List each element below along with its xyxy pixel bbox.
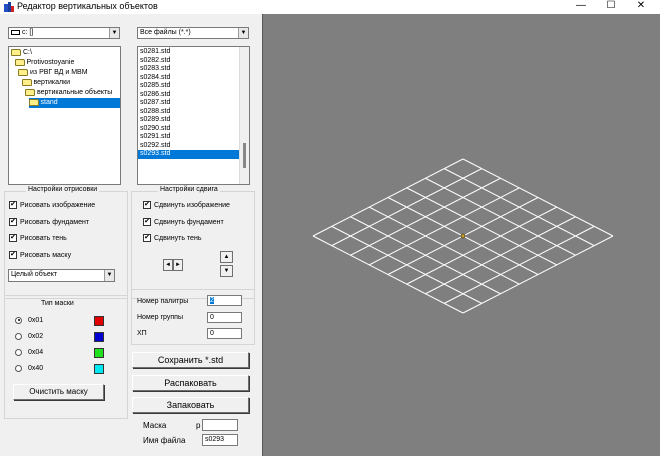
folder-item[interactable]: из РВГ ВД и МВМ — [18, 68, 88, 78]
checkbox[interactable]: ✔ — [143, 234, 151, 243]
folder-item[interactable]: вертикалки — [21, 78, 70, 88]
mask-radio[interactable]: 0x02 — [15, 332, 43, 342]
file-item[interactable]: s0291.std — [138, 133, 240, 142]
checkbox[interactable]: ✔ — [9, 217, 17, 226]
group-number-label: Номер группы — [137, 314, 183, 321]
checkbox[interactable]: ✔ — [143, 217, 151, 226]
hp-label: ХП — [137, 330, 147, 337]
palette-number-input[interactable]: 2 — [207, 295, 242, 306]
group-number-input[interactable]: 0 — [207, 312, 242, 323]
checkbox-row[interactable]: ✔ Рисовать тень — [9, 234, 67, 244]
save-std-button[interactable]: Сохранить *.std — [132, 352, 249, 368]
drive-icon — [11, 29, 20, 35]
folder-icon — [28, 98, 39, 106]
close-button[interactable]: ✕ — [626, 0, 656, 14]
unpack-button[interactable]: Распаковать — [132, 375, 249, 391]
folder-item[interactable]: Protivostoyanie — [14, 58, 74, 68]
render-viewport[interactable] — [262, 14, 660, 456]
radio-button[interactable] — [15, 332, 22, 340]
file-item[interactable]: s0290.std — [138, 125, 240, 134]
mask-radio[interactable]: 0x40 — [15, 364, 43, 374]
mask-label: Маска — [143, 421, 167, 430]
maximize-button[interactable]: ☐ — [596, 0, 626, 14]
mask-prefix: р — [196, 421, 201, 430]
shift-up-button[interactable]: ▲ — [220, 251, 233, 263]
control-panel: c: [] ▼ Все файлы (*.*) ▼ C:\ Protivostoy… — [0, 14, 262, 456]
mask-color-swatch — [94, 364, 104, 374]
file-item[interactable]: s0287.std — [138, 99, 240, 108]
hp-input[interactable]: 0 — [207, 328, 242, 339]
folder-icon — [14, 58, 25, 66]
mask-type-title: Тип маски — [39, 300, 76, 307]
chevron-down-icon[interactable]: ▼ — [238, 28, 248, 38]
file-list[interactable]: s0281.std s0282.std s0283.std s0284.std s028… — [137, 46, 250, 185]
mask-radio[interactable]: 0x01 — [15, 316, 43, 326]
checkbox-row[interactable]: ✔ Сдвинуть тень — [143, 234, 201, 244]
radio-button[interactable] — [15, 348, 22, 356]
folder-item[interactable]: C:\ — [11, 48, 32, 58]
object-mode-select[interactable]: Целый объект ▼ — [8, 269, 115, 282]
scrollbar-thumb[interactable] — [243, 143, 246, 168]
checkbox[interactable]: ✔ — [9, 201, 17, 210]
file-item[interactable]: s0292.std — [138, 142, 240, 151]
clear-mask-button[interactable]: Очистить маску — [13, 384, 104, 400]
folder-item[interactable]: stand — [28, 98, 120, 108]
title-bar: Редактор вертикальных объектов — ☐ ✕ — [0, 0, 660, 14]
isometric-grid — [312, 158, 614, 314]
folder-icon — [21, 78, 32, 86]
filename-label: Имя файла — [143, 436, 186, 445]
file-item[interactable]: s0286.std — [138, 91, 240, 100]
mask-color-swatch — [94, 316, 104, 326]
shift-settings-title: Настройки сдвига — [158, 186, 220, 193]
drive-select[interactable]: c: [] ▼ — [8, 27, 120, 39]
mask-input[interactable] — [202, 419, 238, 431]
app-icon — [4, 2, 14, 12]
checkbox-row[interactable]: ✔ Сдвинуть фундамент — [143, 217, 224, 228]
chevron-down-icon[interactable]: ▼ — [104, 270, 114, 281]
file-item[interactable]: s0284.std — [138, 74, 240, 83]
chevron-down-icon[interactable]: ▼ — [109, 28, 119, 38]
file-list-scrollbar[interactable] — [239, 47, 249, 184]
checkbox-row[interactable]: ✔ Рисовать фундамент — [9, 217, 89, 228]
pack-button[interactable]: Запаковать — [132, 397, 249, 413]
file-item[interactable]: s0282.std — [138, 57, 240, 66]
object-marker-icon — [460, 233, 466, 239]
shift-left-button[interactable]: ◄ — [163, 259, 173, 271]
file-item[interactable]: s0283.std — [138, 65, 240, 74]
render-settings-title: Настройки отрисовки — [26, 186, 100, 193]
checkbox[interactable]: ✔ — [9, 250, 17, 259]
file-filter-select[interactable]: Все файлы (*.*) ▼ — [137, 27, 249, 39]
checkbox-row[interactable]: ✔ Сдвинуть изображение — [143, 201, 230, 211]
file-item[interactable]: s0289.std — [138, 116, 240, 125]
radio-button[interactable] — [15, 364, 22, 372]
checkbox[interactable]: ✔ — [143, 201, 151, 210]
checkbox-row[interactable]: ✔ Рисовать изображение — [9, 201, 95, 211]
mask-radio[interactable]: 0x04 — [15, 348, 43, 358]
filename-input[interactable]: s0293 — [202, 434, 238, 446]
checkbox[interactable]: ✔ — [9, 234, 17, 243]
radio-button[interactable] — [15, 316, 22, 324]
folder-icon — [18, 68, 28, 76]
window-title: Редактор вертикальных объектов — [17, 1, 158, 11]
file-item[interactable]: s0285.std — [138, 82, 240, 91]
mask-color-swatch — [94, 332, 104, 342]
folder-icon — [25, 88, 35, 96]
checkbox-row[interactable]: ✔ Рисовать маску — [9, 250, 71, 261]
minimize-button[interactable]: — — [566, 0, 596, 14]
file-item[interactable]: s0293.std — [138, 150, 240, 159]
folder-tree[interactable]: C:\ Protivostoyanie из РВГ ВД и МВМ вертика… — [8, 46, 121, 185]
shift-right-button[interactable]: ► — [173, 259, 183, 271]
mask-color-swatch — [94, 348, 104, 358]
folder-icon — [11, 48, 21, 56]
folder-item[interactable]: вертикальные объекты — [25, 88, 112, 98]
file-item[interactable]: s0288.std — [138, 108, 240, 117]
file-item[interactable]: s0281.std — [138, 48, 240, 57]
palette-number-label: Номер палитры — [137, 298, 189, 305]
shift-down-button[interactable]: ▼ — [220, 265, 233, 277]
